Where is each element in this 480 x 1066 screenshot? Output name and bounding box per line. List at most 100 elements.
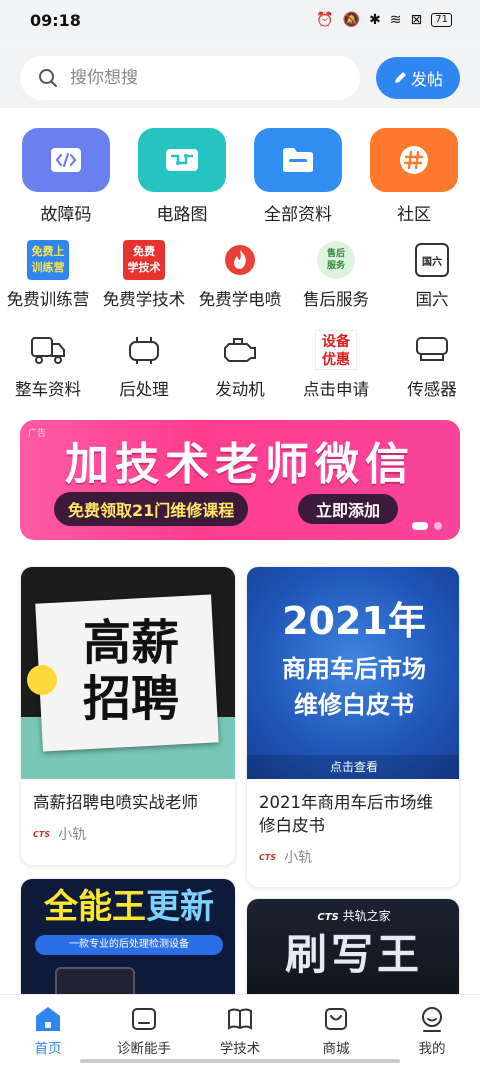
tab-label: 首页: [34, 1041, 62, 1057]
engine-icon: [218, 330, 262, 370]
card-title: 高薪招聘电喷实战老师: [33, 793, 198, 812]
card-image: 高薪 招聘: [21, 567, 235, 779]
shortcut-free-tech[interactable]: 免费 学技术 免费学技术: [96, 240, 192, 310]
shortcut-label: 免费训练营: [6, 290, 90, 309]
feed-card[interactable]: 2021年 商用车后市场 维修白皮书 点击查看 2021年商用车后市场维修白皮书…: [246, 566, 460, 888]
hash-icon: [370, 128, 458, 192]
banner-add-button[interactable]: 立即添加: [298, 494, 398, 524]
shortcut-label: 社区: [397, 205, 431, 225]
bus-icon: 国六: [410, 240, 454, 280]
shortcut-label: 传感器: [407, 380, 457, 399]
cts-logo-icon: CTS: [259, 852, 277, 862]
tab-shop[interactable]: 商城: [288, 995, 384, 1066]
device-discount-badge-icon: 设备 优惠: [314, 330, 358, 370]
author-name: 小轨: [284, 850, 313, 866]
shortcut-label: 点击申请: [303, 380, 369, 399]
shortcut-engine[interactable]: 发动机: [192, 330, 288, 400]
shortcut-label: 发动机: [215, 380, 265, 399]
shortcut-all-docs[interactable]: 全部资料: [240, 128, 356, 225]
shortcut-label: 国六: [415, 290, 449, 309]
post-label: 发帖: [410, 70, 443, 89]
folder-icon: [254, 128, 342, 192]
card-image-text: 刷写王: [284, 930, 423, 979]
tab-diagnose[interactable]: 诊断能手: [96, 995, 192, 1066]
shortcut-label: 电路图: [156, 205, 208, 225]
tab-label: 我的: [418, 1041, 446, 1057]
card-image: 2021年 商用车后市场 维修白皮书 点击查看: [247, 567, 459, 779]
shortcut-after-sales[interactable]: 售后 服务 售后服务: [288, 240, 384, 310]
shop-bag-icon: [325, 1008, 347, 1030]
status-bar: 09:18 ⏰ 🔕 ✱ ≋ ⊠ 71: [0, 0, 480, 40]
tab-learn[interactable]: 学技术: [192, 995, 288, 1066]
wifi-icon: ≋: [389, 12, 402, 28]
badge-text: 学技术: [127, 261, 161, 274]
after-sales-badge-icon: 售后 服务: [314, 240, 358, 280]
tech-badge-icon: 免费 学技术: [122, 240, 166, 280]
badge-text: 训练营: [31, 261, 65, 274]
carousel-dot-active: [412, 522, 428, 530]
carousel-dot: [434, 522, 442, 530]
pen-icon: [394, 72, 406, 83]
sim-icon: ⊠: [410, 12, 423, 28]
shortcut-label: 后处理: [119, 380, 169, 399]
primary-shortcuts: 故障码 电路图 全部资料 社区: [0, 128, 480, 225]
search-row: 发帖: [0, 48, 480, 108]
shortcut-label: 免费学电喷: [198, 290, 282, 309]
tab-home[interactable]: 首页: [0, 995, 96, 1066]
card-author: CTS 小轨: [247, 837, 459, 877]
carousel-dots: [412, 522, 442, 530]
shortcut-free-training[interactable]: 免费上 训练营 免费训练营: [0, 240, 96, 310]
tab-profile[interactable]: 我的: [384, 995, 480, 1066]
book-icon: [228, 1008, 252, 1030]
badge-text: 服务: [326, 261, 345, 271]
card-author: CTS 小轨: [21, 814, 235, 854]
author-name: 小轨: [58, 827, 87, 843]
mute-icon: 🔕: [342, 12, 361, 28]
feed-card[interactable]: 高薪 招聘 高薪招聘电喷实战老师 CTS 小轨: [20, 566, 236, 866]
shortcut-community[interactable]: 社区: [356, 128, 472, 225]
code-icon: [22, 128, 110, 192]
shortcut-label: 售后服务: [303, 290, 369, 309]
sensor-icon: [410, 330, 454, 370]
tab-label: 商城: [322, 1041, 350, 1057]
shortcut-national6[interactable]: 国六 国六: [384, 240, 480, 310]
shortcut-aftertreatment[interactable]: 后处理: [96, 330, 192, 400]
card-image-text: 更新: [146, 887, 214, 927]
badge-text: 售后: [326, 249, 345, 259]
status-icons: ⏰ 🔕 ✱ ≋ ⊠ 71: [316, 12, 452, 28]
alarm-icon: ⏰: [316, 12, 334, 28]
card-image-text: 一款专业的后处理检测设备: [35, 935, 223, 955]
shortcut-label: 全部资料: [264, 205, 332, 225]
diagnose-icon: [132, 1008, 156, 1030]
main-content: 故障码 电路图 全部资料 社区 免费上 训练营 免费训练营 免费 学技术 免费学…: [0, 108, 480, 1018]
card-brand: CTS 共轨之家: [247, 907, 459, 924]
badge-text: 优惠: [322, 352, 350, 368]
circuit-icon: [138, 128, 226, 192]
shortcut-circuit[interactable]: 电路图: [124, 128, 240, 225]
card-image-text: 2021年: [282, 599, 426, 643]
truck-icon: [26, 330, 70, 370]
shortcut-label: 故障码: [40, 205, 92, 225]
shortcut-sensor[interactable]: 传感器: [384, 330, 480, 400]
shortcut-apply[interactable]: 设备 优惠 点击申请: [288, 330, 384, 400]
training-badge-icon: 免费上 训练营: [26, 240, 70, 280]
badge-text: 免费上: [31, 245, 65, 258]
bottom-tab-bar: 首页 诊断能手 学技术 商城 我的: [0, 994, 480, 1066]
search-box[interactable]: [20, 56, 360, 100]
shortcut-fault-code[interactable]: 故障码: [8, 128, 124, 225]
shortcut-label: 免费学技术: [102, 290, 186, 309]
search-input[interactable]: [70, 68, 330, 88]
shortcut-vehicle-data[interactable]: 整车资料: [0, 330, 96, 400]
post-button[interactable]: 发帖: [376, 57, 460, 99]
badge-text: 设备: [322, 334, 350, 350]
promo-banner[interactable]: 广告 加技术老师微信 免费领取21门维修课程 立即添加: [20, 420, 460, 540]
shortcut-free-injection[interactable]: 免费学电喷: [192, 240, 288, 310]
card-image-text: 共轨之家: [342, 909, 391, 923]
aftertreatment-icon: [122, 330, 166, 370]
flame-icon: [218, 240, 262, 280]
home-indicator: [80, 1059, 400, 1063]
cts-logo-icon: CTS: [33, 829, 51, 839]
banner-offer: 免费领取21门维修课程: [54, 492, 249, 526]
battery-icon: 71: [431, 13, 452, 27]
status-time: 09:18: [30, 10, 81, 30]
